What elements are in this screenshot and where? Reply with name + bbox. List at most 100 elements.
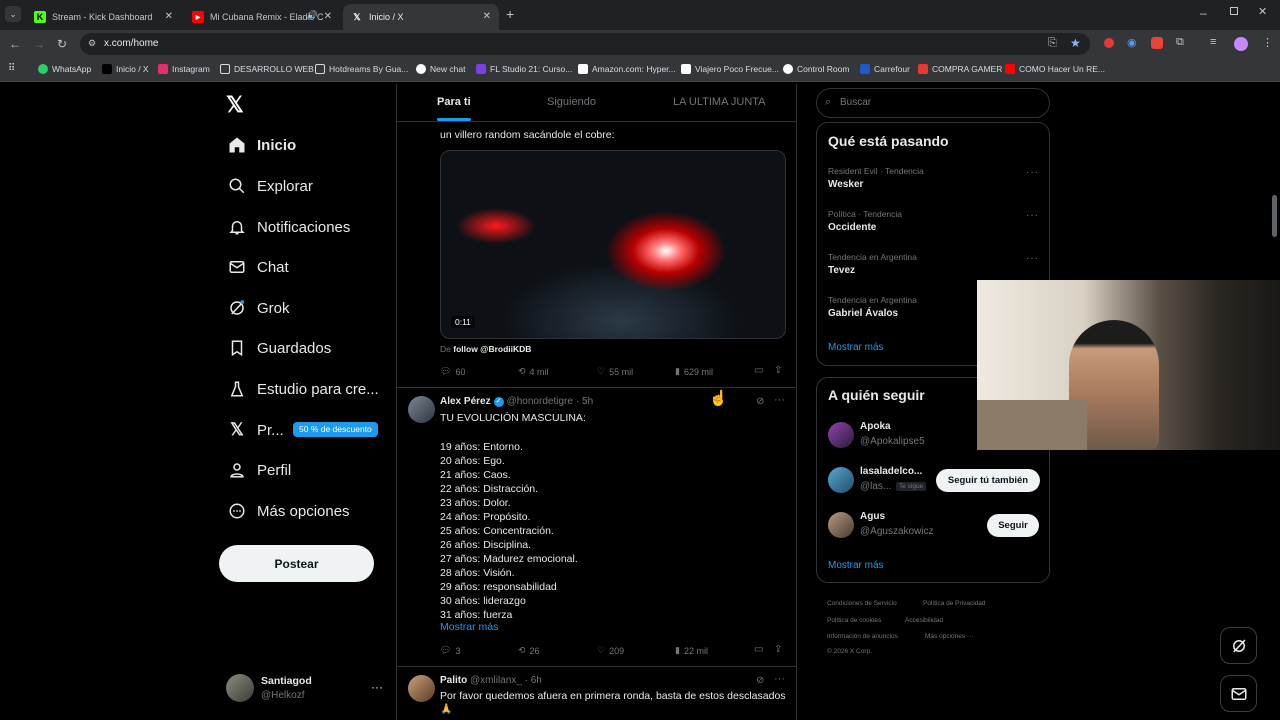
reading-list-icon[interactable]: ≡ — [1210, 36, 1216, 48]
like-action[interactable]: ♡ 55 mil — [597, 366, 633, 377]
browser-tab-x[interactable]: 𝕏 Inicio / X ✕ — [343, 4, 499, 30]
more-dots-icon[interactable]: ··· — [1026, 167, 1039, 178]
footer-link[interactable]: Accesibilidad — [905, 617, 943, 624]
bookmark-youtube[interactable]: COMO Hacer Un RE... — [1005, 64, 1105, 74]
avatar[interactable] — [408, 396, 435, 423]
menu-icon[interactable]: ⋮ — [1262, 36, 1273, 49]
url-text[interactable]: x.com/home — [104, 38, 158, 49]
reply-action[interactable]: 💬︎ 3 — [440, 645, 460, 656]
bookmark-whatsapp[interactable]: WhatsApp — [38, 64, 91, 74]
nav-grok[interactable]: Grok — [227, 298, 290, 318]
footer-link[interactable]: Información de anuncios — [827, 633, 898, 640]
avatar[interactable] — [408, 675, 435, 702]
bookmark-instagram[interactable]: Instagram — [158, 64, 210, 74]
author-handle[interactable]: @xmlilanx_ — [470, 675, 522, 686]
tab-search-button[interactable]: ⌄ — [5, 6, 21, 22]
extensions-icon[interactable]: ⧉ — [1176, 36, 1184, 49]
trend-item[interactable]: Resident Evil · Tendencia Wesker — [828, 166, 1040, 190]
reply-action[interactable]: 💬︎ 60 — [440, 366, 465, 377]
search-input[interactable]: ⌕ Buscar — [816, 88, 1050, 118]
post-button[interactable]: Postear — [219, 545, 374, 582]
extension-wave-icon[interactable]: ◉ — [1127, 36, 1137, 49]
nav-inicio[interactable]: Inicio — [227, 135, 296, 155]
bookmark-folder[interactable]: Hotdreams By Gua... — [315, 64, 408, 74]
share-icon[interactable]: ⇪ — [774, 644, 782, 655]
footer-link[interactable]: Condiciones de Servicio — [827, 600, 897, 607]
install-icon[interactable]: ⎘ — [1048, 37, 1057, 50]
bookmark-control-room[interactable]: Control Room — [783, 64, 849, 74]
author-name[interactable]: Alex Pérez — [440, 396, 491, 407]
bookmark-amazon[interactable]: Amazon.com: Hyper... — [578, 64, 676, 74]
reload-icon[interactable]: ↻ — [57, 37, 67, 51]
minimize-icon[interactable]: – — [1200, 6, 1207, 20]
bookmark-star-icon[interactable]: ★ — [1070, 36, 1081, 50]
nav-mas-opciones[interactable]: Más opciones — [227, 501, 350, 521]
repost-action[interactable]: ⟲ 26 — [518, 645, 540, 656]
bookmark-fl-studio[interactable]: FL Studio 21: Curso... — [476, 64, 572, 74]
bookmark-icon[interactable]: ▭ — [754, 365, 763, 376]
like-action[interactable]: ♡ 209 — [597, 645, 624, 656]
extension-red-icon[interactable] — [1104, 38, 1114, 48]
nav-guardados[interactable]: Guardados — [227, 338, 331, 358]
messages-floating-button[interactable] — [1220, 675, 1257, 712]
nav-estudio[interactable]: Estudio para cre... — [227, 379, 379, 399]
bookmark-carrefour[interactable]: Carrefour — [860, 64, 910, 74]
trends-show-more[interactable]: Mostrar más — [828, 342, 884, 353]
premium-discount-badge[interactable]: 50 % de descuento — [293, 422, 378, 437]
forward-icon[interactable]: → — [33, 37, 45, 51]
show-more-link[interactable]: Mostrar más — [440, 621, 498, 633]
views-action[interactable]: ▮ 22 mil — [675, 645, 708, 656]
share-icon[interactable]: ⇪ — [774, 365, 782, 376]
author-name[interactable]: Palito — [440, 675, 467, 686]
nav-chat[interactable]: Chat — [227, 257, 289, 277]
follow-back-button[interactable]: Seguir tú también — [936, 469, 1040, 492]
nav-explorar[interactable]: Explorar — [227, 176, 313, 196]
address-bar[interactable] — [80, 33, 1090, 55]
grok-floating-button[interactable] — [1220, 627, 1257, 664]
close-window-icon[interactable]: ✕ — [1258, 5, 1267, 18]
browser-tab-kick[interactable]: K Stream - Kick Dashboard ✕ — [26, 4, 181, 30]
footer-link[interactable]: Más opciones ··· — [925, 633, 973, 640]
tab-siguiendo[interactable]: Siguiendo — [547, 96, 596, 108]
more-dots-icon[interactable]: ··· — [774, 673, 785, 685]
tab-la-ultima-junta[interactable]: LA ULTIMA JUNTA — [673, 96, 766, 108]
bookmark-viajero[interactable]: Viajero Poco Frecue... — [681, 64, 779, 74]
more-dots-icon[interactable]: ··· — [1026, 253, 1039, 264]
bookmark-x[interactable]: Inicio / X — [102, 64, 149, 74]
bookmark-chatgpt[interactable]: New chat — [416, 64, 465, 74]
site-info-icon[interactable]: ⚙ — [88, 38, 96, 49]
grok-icon[interactable]: ⊘ — [756, 396, 764, 407]
new-tab-button[interactable]: + — [506, 6, 514, 22]
source-link[interactable]: follow @BrodiiKDB — [453, 344, 531, 354]
grok-icon[interactable]: ⊘ — [756, 675, 764, 686]
author-handle[interactable]: @honordetigre — [507, 396, 573, 407]
apps-icon[interactable]: ⠿ — [8, 63, 15, 74]
bookmark-icon[interactable]: ▭ — [754, 644, 763, 655]
close-tab-icon[interactable]: ✕ — [165, 11, 173, 22]
tab-para-ti[interactable]: Para ti — [437, 96, 471, 108]
restore-icon[interactable] — [1230, 7, 1238, 15]
page-scrollbar[interactable] — [1272, 195, 1277, 237]
browser-tab-youtube[interactable]: ▶ Mi Cubana Remix - Eladio C 🔊 ✕ — [184, 4, 340, 30]
post-video[interactable]: 0:11 — [440, 150, 786, 339]
x-logo[interactable]: 𝕏 — [226, 92, 244, 118]
account-switcher[interactable]: Santiagod @Helkozf ··· — [226, 672, 386, 706]
trend-item[interactable]: Política · Tendencia Occidente — [828, 209, 1040, 233]
footer-link[interactable]: Política de Privacidad — [923, 600, 986, 607]
footer-link[interactable]: Política de cookies — [827, 617, 881, 624]
close-tab-icon[interactable]: ✕ — [483, 11, 491, 22]
more-dots-icon[interactable]: ··· — [371, 680, 383, 694]
nav-notificaciones[interactable]: Notificaciones — [227, 217, 350, 237]
nav-perfil[interactable]: Perfil — [227, 460, 291, 480]
more-dots-icon[interactable]: ··· — [1026, 210, 1039, 221]
close-tab-icon[interactable]: ✕ — [324, 11, 332, 22]
back-icon[interactable]: ← — [9, 37, 21, 51]
follow-show-more[interactable]: Mostrar más — [828, 560, 884, 571]
views-action[interactable]: ▮ 629 mil — [675, 366, 713, 377]
trend-item[interactable]: Tendencia en Argentina Tevez — [828, 252, 1040, 276]
extension-record-icon[interactable] — [1151, 37, 1163, 49]
bookmark-folder[interactable]: DESARROLLO WEB — [220, 64, 314, 74]
repost-action[interactable]: ⟲ 4 mil — [518, 366, 549, 377]
bookmark-compra-gamer[interactable]: COMPRA GAMER — [918, 64, 1002, 74]
nav-premium[interactable]: 𝕏 Pr... — [227, 420, 284, 440]
